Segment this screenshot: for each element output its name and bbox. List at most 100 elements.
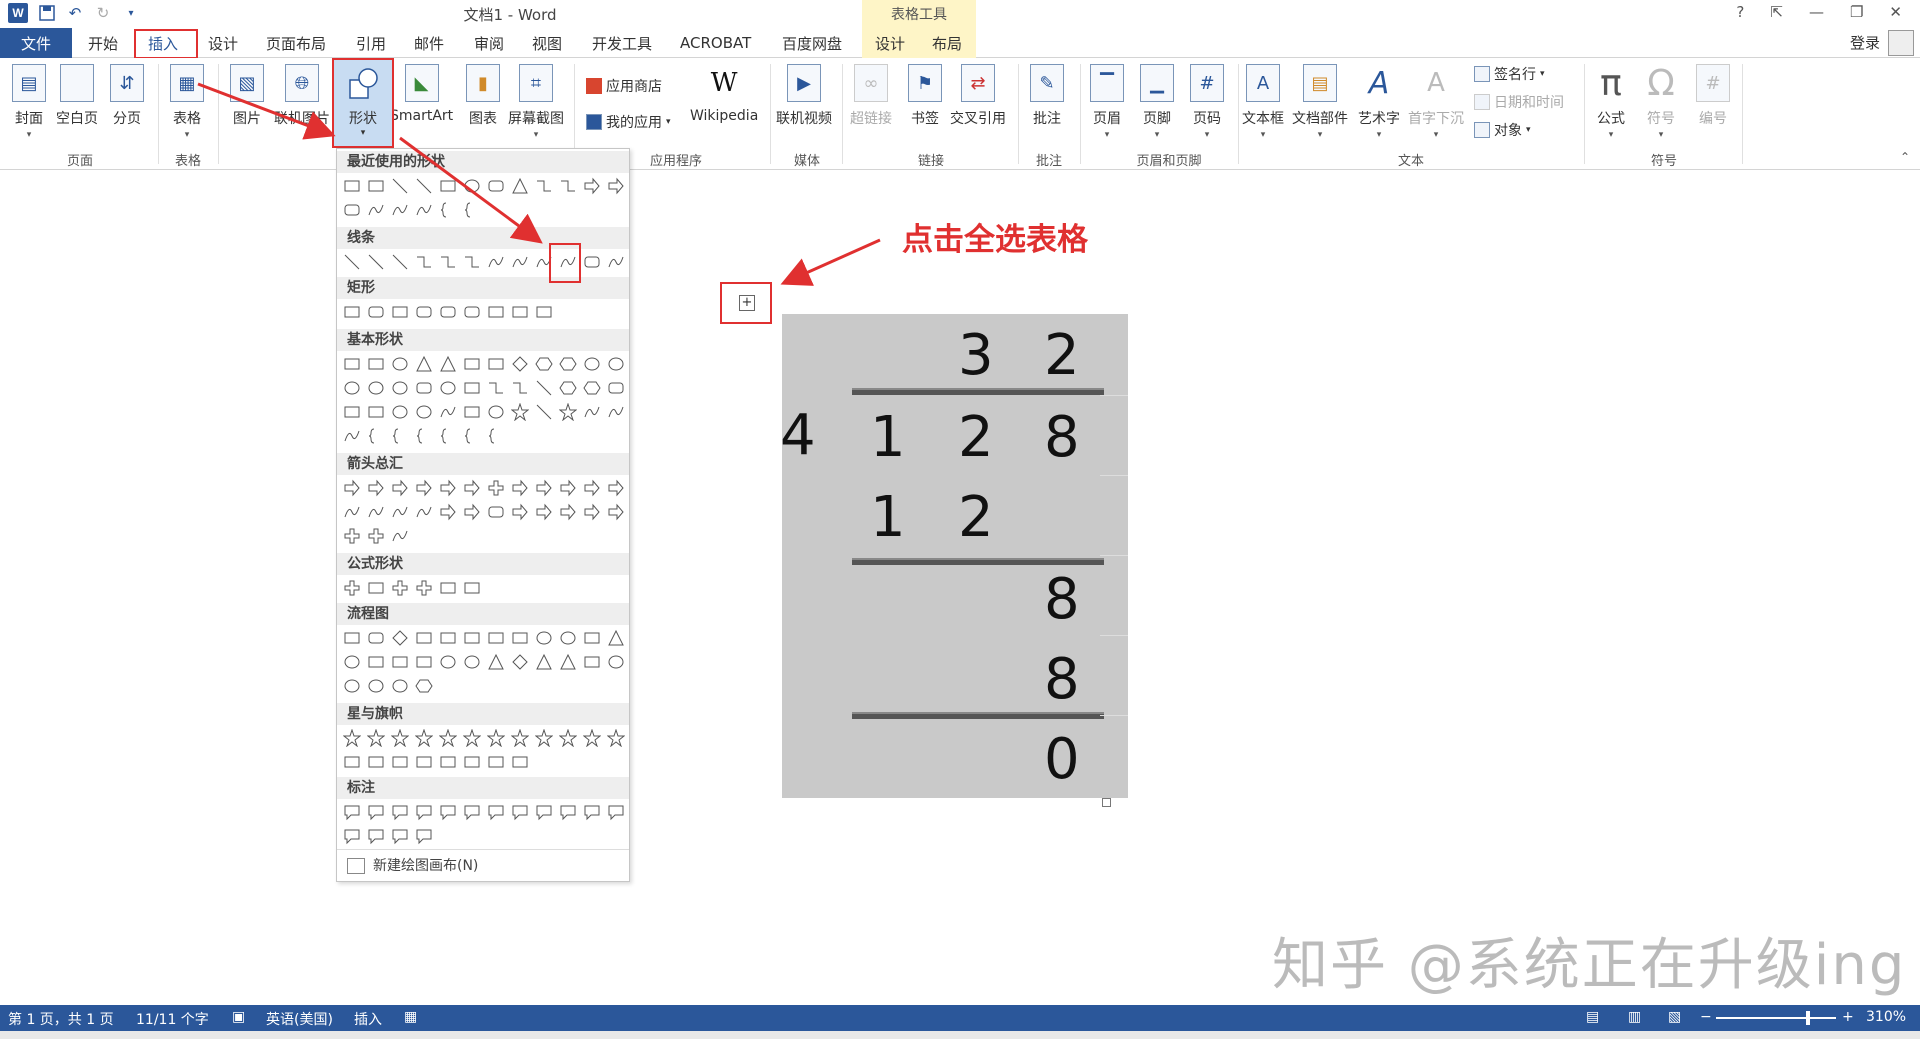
elbow-shape-icon[interactable] (487, 379, 505, 397)
rect-shape-icon[interactable] (343, 629, 361, 647)
zoom-out-button[interactable]: − (1700, 1009, 1712, 1025)
line-shape-icon[interactable] (415, 177, 433, 195)
tab-baidu-netdisk[interactable]: 百度网盘 (782, 28, 842, 58)
tri-shape-icon[interactable] (415, 355, 433, 373)
oval-shape-icon[interactable] (607, 355, 625, 373)
brace-shape-icon[interactable] (367, 427, 385, 445)
table-resize-handle[interactable] (1102, 798, 1111, 807)
plus-shape-icon[interactable] (487, 479, 505, 497)
textbox-button[interactable]: A 文本框 ▾ (1242, 64, 1284, 140)
zoom-slider-thumb[interactable] (1806, 1011, 1810, 1025)
curve-shape-icon[interactable] (487, 253, 505, 271)
rect-shape-icon[interactable] (367, 177, 385, 195)
star-shape-icon[interactable] (487, 729, 505, 747)
arrow-shape-icon[interactable] (463, 503, 481, 521)
object-button[interactable]: 对象 ▾ (1474, 120, 1531, 140)
screenshot-button[interactable]: ⌗ 屏幕截图 ▾ (508, 64, 564, 140)
comment-button[interactable]: ✎ 批注 (1030, 64, 1064, 128)
rect-shape-icon[interactable] (439, 629, 457, 647)
help-icon[interactable]: ? (1736, 3, 1744, 21)
hex-shape-icon[interactable] (559, 355, 577, 373)
zoom-slider[interactable] (1716, 1017, 1836, 1019)
tri-shape-icon[interactable] (607, 629, 625, 647)
wikipedia-button[interactable]: W Wikipedia (690, 64, 758, 124)
rect-shape-icon[interactable] (415, 629, 433, 647)
star-shape-icon[interactable] (559, 729, 577, 747)
arrow-shape-icon[interactable] (559, 503, 577, 521)
zoom-in-button[interactable]: + (1842, 1009, 1854, 1025)
tab-review[interactable]: 审阅 (474, 28, 504, 58)
star-shape-icon[interactable] (583, 729, 601, 747)
oval-shape-icon[interactable] (463, 653, 481, 671)
star-shape-icon[interactable] (511, 403, 529, 421)
rrect-shape-icon[interactable] (343, 201, 361, 219)
rect-shape-icon[interactable] (583, 653, 601, 671)
oval-shape-icon[interactable] (343, 379, 361, 397)
signature-line-button[interactable]: 签名行 ▾ (1474, 64, 1545, 84)
rect-shape-icon[interactable] (487, 355, 505, 373)
login-link[interactable]: 登录 (1850, 32, 1880, 53)
app-store-button[interactable]: 应用商店 (586, 76, 662, 96)
arrow-shape-icon[interactable] (415, 479, 433, 497)
callout-shape-icon[interactable] (559, 803, 577, 821)
insert-mode[interactable]: 插入 (354, 1009, 382, 1029)
oval-shape-icon[interactable] (343, 677, 361, 695)
arrow-shape-icon[interactable] (583, 503, 601, 521)
language[interactable]: 英语(美国) (266, 1009, 333, 1029)
curve-shape-icon[interactable] (343, 427, 361, 445)
tri-shape-icon[interactable] (535, 653, 553, 671)
oval-shape-icon[interactable] (583, 355, 601, 373)
oval-shape-icon[interactable] (343, 653, 361, 671)
rect-shape-icon[interactable] (463, 355, 481, 373)
proofing-icon[interactable]: ▣ (232, 1009, 245, 1025)
star-shape-icon[interactable] (367, 729, 385, 747)
curve-shape-icon[interactable] (415, 201, 433, 219)
tri-shape-icon[interactable] (559, 653, 577, 671)
elbow-shape-icon[interactable] (463, 253, 481, 271)
header-button[interactable]: ▔ 页眉 ▾ (1090, 64, 1124, 140)
rect-shape-icon[interactable] (367, 355, 385, 373)
brace-shape-icon[interactable] (439, 201, 457, 219)
minimize-icon[interactable]: — (1809, 3, 1824, 21)
rect-shape-icon[interactable] (511, 303, 529, 321)
brace-shape-icon[interactable] (439, 427, 457, 445)
callout-shape-icon[interactable] (391, 803, 409, 821)
oval-shape-icon[interactable] (559, 629, 577, 647)
curve-shape-icon[interactable] (391, 503, 409, 521)
table-select-handle[interactable]: + (720, 282, 772, 324)
arrow-shape-icon[interactable] (391, 479, 409, 497)
zoom-level[interactable]: 310% (1866, 1009, 1906, 1025)
rect-shape-icon[interactable] (343, 403, 361, 421)
rect-shape-icon[interactable] (391, 753, 409, 771)
elbow-shape-icon[interactable] (511, 379, 529, 397)
date-time-button[interactable]: 日期和时间 (1474, 92, 1564, 112)
callout-shape-icon[interactable] (415, 803, 433, 821)
rect-shape-icon[interactable] (343, 753, 361, 771)
arrow-shape-icon[interactable] (607, 177, 625, 195)
dropcap-button[interactable]: A 首字下沉 ▾ (1408, 64, 1464, 140)
online-picture-button[interactable]: 🌐︎ 联机图片 (274, 64, 330, 128)
oval-shape-icon[interactable] (487, 403, 505, 421)
division-table[interactable]: 3 2 1 2 8 1 2 8 8 0 (782, 314, 1128, 798)
tab-file[interactable]: 文件 (0, 28, 72, 58)
arrow-shape-icon[interactable] (535, 479, 553, 497)
star-shape-icon[interactable] (415, 729, 433, 747)
elbow-shape-icon[interactable] (439, 253, 457, 271)
curve-shape-icon[interactable] (391, 201, 409, 219)
tab-table-layout[interactable]: 布局 (918, 28, 976, 58)
line-shape-icon[interactable] (535, 403, 553, 421)
rect-shape-icon[interactable] (439, 177, 457, 195)
curve-shape-icon[interactable] (511, 253, 529, 271)
callout-shape-icon[interactable] (583, 803, 601, 821)
callout-shape-icon[interactable] (463, 803, 481, 821)
macro-icon[interactable]: ▦ (404, 1009, 417, 1025)
tab-design[interactable]: 设计 (208, 28, 238, 58)
plus-shape-icon[interactable] (367, 527, 385, 545)
oval-shape-icon[interactable] (391, 677, 409, 695)
brace-shape-icon[interactable] (391, 427, 409, 445)
picture-button[interactable]: ▧ 图片 (230, 64, 264, 128)
rect-shape-icon[interactable] (439, 753, 457, 771)
rect-shape-icon[interactable] (463, 579, 481, 597)
tab-view[interactable]: 视图 (532, 28, 562, 58)
arrow-shape-icon[interactable] (463, 479, 481, 497)
